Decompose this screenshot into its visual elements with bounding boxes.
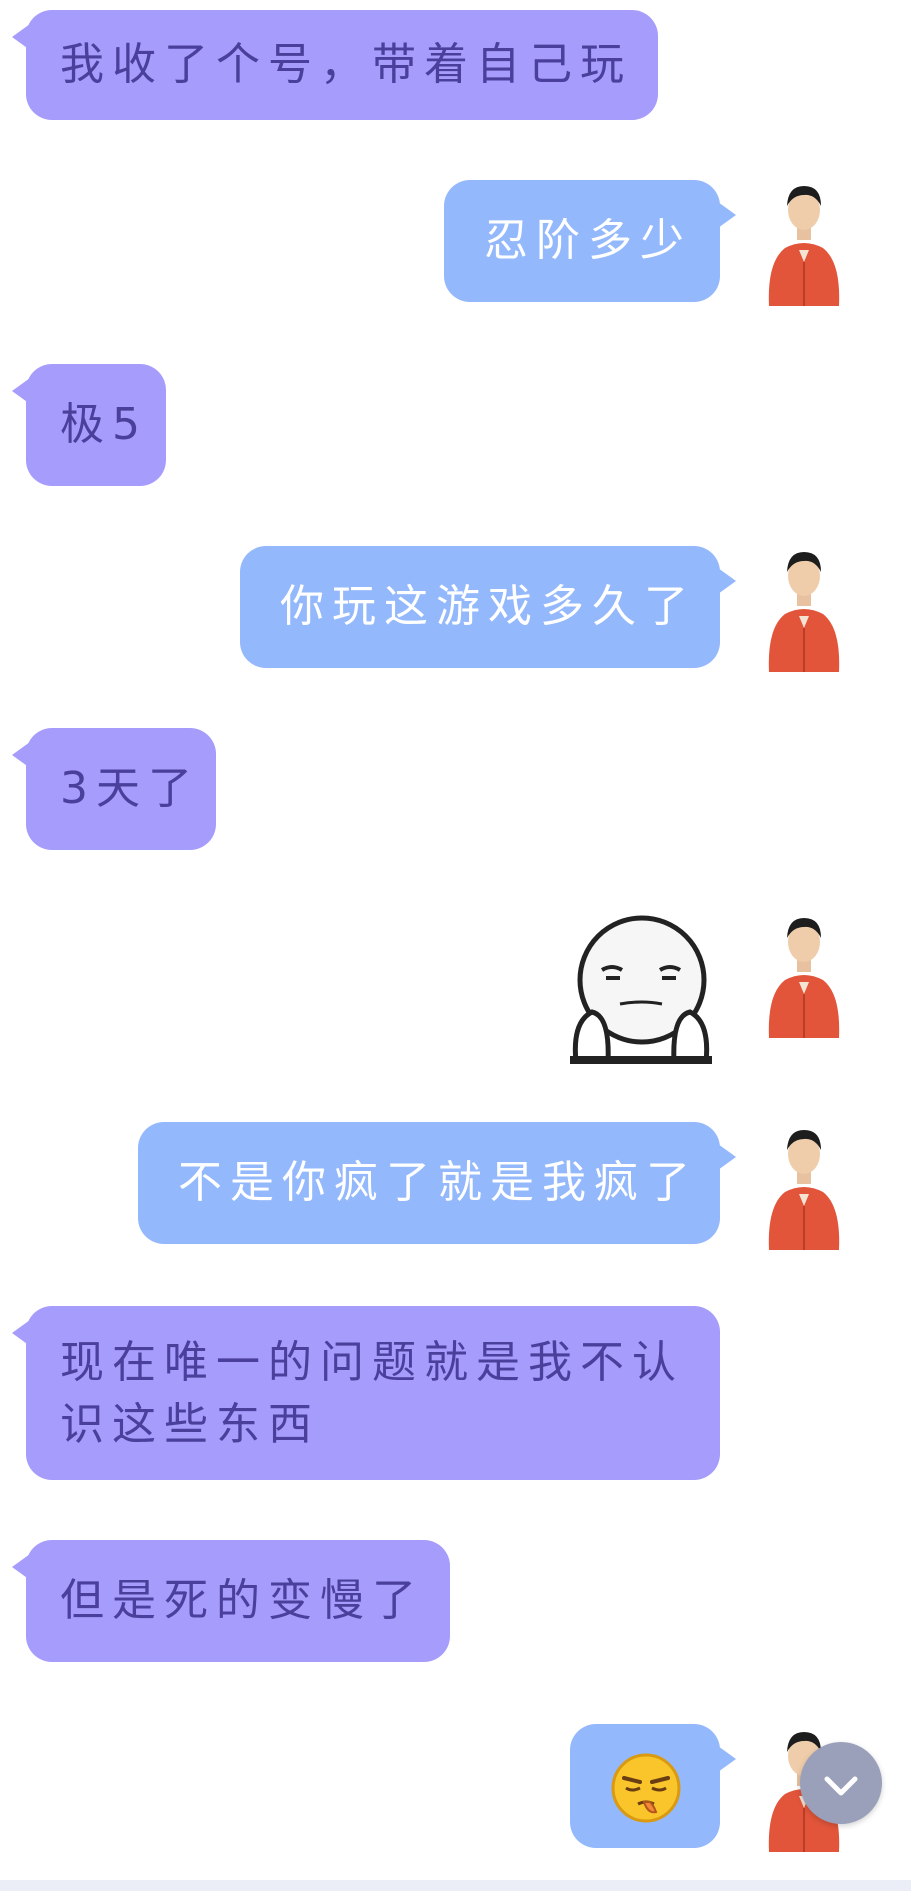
message-text: 不是你疯了就是我疯了 bbox=[178, 1157, 698, 1208]
chevron-down-icon bbox=[824, 1776, 858, 1796]
smirk-emoji bbox=[611, 1753, 681, 1823]
user-avatar[interactable] bbox=[763, 1120, 845, 1250]
message-bubble-incoming[interactable]: 3天了 bbox=[12, 728, 216, 850]
message-text: 但是死的变慢了 bbox=[60, 1575, 424, 1626]
user-avatar[interactable] bbox=[763, 542, 845, 672]
user-avatar[interactable] bbox=[763, 176, 845, 306]
message-text: 你玩这游戏多久了 bbox=[280, 581, 696, 632]
message-bubble-outgoing[interactable]: 忍阶多少 bbox=[444, 180, 736, 302]
message-text: 我收了个号，带着自己玩 bbox=[60, 39, 632, 90]
message-text: 忍阶多少 bbox=[484, 215, 692, 266]
message-bubble-outgoing[interactable]: 不是你疯了就是我疯了 bbox=[138, 1122, 736, 1244]
face-palms-sticker[interactable] bbox=[562, 912, 720, 1064]
message-text: 现在唯一的问题就是我不认识这些东西 bbox=[60, 1337, 684, 1450]
message-bubble-outgoing[interactable]: 你玩这游戏多久了 bbox=[240, 546, 736, 668]
input-bar-edge bbox=[0, 1880, 911, 1891]
message-bubble-incoming[interactable]: 极5 bbox=[12, 364, 166, 486]
message-text: 3天了 bbox=[60, 763, 200, 814]
scroll-to-bottom-button[interactable] bbox=[800, 1742, 882, 1824]
user-avatar[interactable] bbox=[763, 908, 845, 1038]
message-text: 极5 bbox=[60, 399, 148, 450]
message-bubble-outgoing[interactable] bbox=[570, 1724, 736, 1848]
message-bubble-incoming[interactable]: 但是死的变慢了 bbox=[12, 1540, 450, 1662]
message-bubble-incoming[interactable]: 我收了个号，带着自己玩 bbox=[12, 10, 658, 120]
message-bubble-incoming[interactable]: 现在唯一的问题就是我不认识这些东西 bbox=[12, 1306, 720, 1480]
